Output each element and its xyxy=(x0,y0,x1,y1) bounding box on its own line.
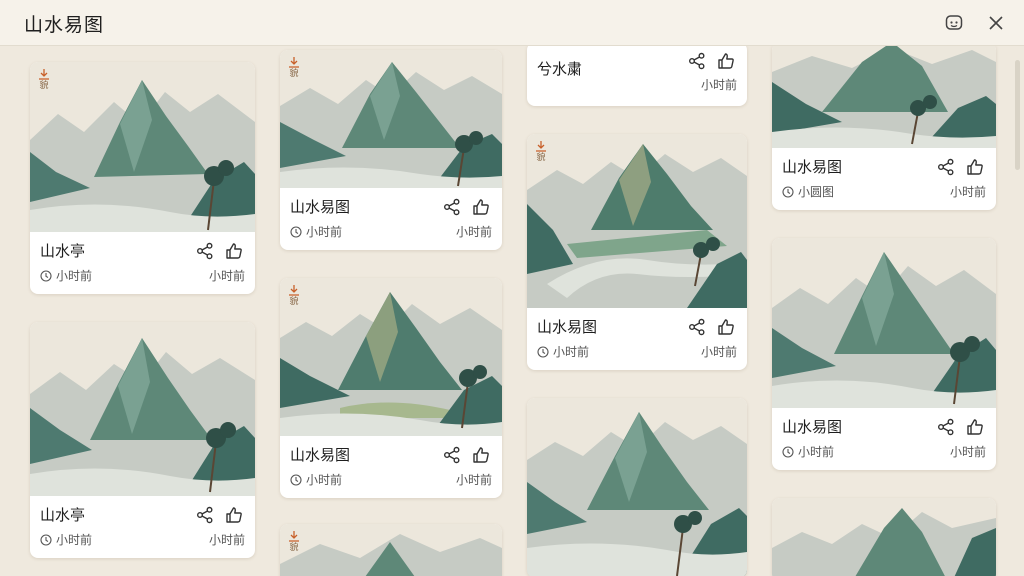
landscape-image[interactable] xyxy=(280,524,502,576)
image-card[interactable]: 貌 xyxy=(280,524,502,576)
image-card[interactable]: 兮水粛 小时前 xyxy=(527,46,747,106)
badge-label: 貌 xyxy=(289,543,299,553)
badge-label: 貌 xyxy=(39,81,49,91)
share-icon[interactable] xyxy=(687,51,707,71)
card-title: 山水易图 xyxy=(290,198,351,216)
card-meta: 小圆图 xyxy=(782,183,834,200)
gallery-grid: 貌 山水亭 小时前 小时前 山水亭 小时前 小时前 貌 山水易图 小时前 小时前… xyxy=(0,46,1024,576)
card-time-right: 小时前 xyxy=(208,269,245,283)
card-time-right: 小时前 xyxy=(700,345,737,359)
card-meta: 小时前 xyxy=(40,267,92,284)
image-card[interactable]: 貌 山水易图 小时前 小时前 xyxy=(527,134,747,370)
download-badge[interactable]: 貌 xyxy=(286,56,302,79)
landscape-image[interactable] xyxy=(772,238,996,408)
image-card[interactable]: 貌 山水易图 小时前 小时前 xyxy=(280,278,502,498)
image-card[interactable]: 貌 山水亭 小时前 小时前 xyxy=(30,62,255,294)
card-time: 小圆图 xyxy=(798,185,835,199)
card-meta: 小时前 xyxy=(537,343,589,360)
thumbs-up-icon[interactable] xyxy=(224,505,244,525)
landscape-image[interactable] xyxy=(30,322,255,496)
card-time: 小时前 xyxy=(553,345,590,359)
image-card[interactable]: 山水易图 小时前 小时前 xyxy=(772,238,996,470)
clock-icon xyxy=(782,185,794,198)
download-badge[interactable]: 貌 xyxy=(286,284,302,307)
image-card[interactable]: 山水亭 小时前 小时前 xyxy=(30,322,255,558)
card-title: 山水亭 xyxy=(40,242,86,260)
landscape-image[interactable] xyxy=(30,62,255,232)
landscape-image[interactable] xyxy=(280,50,502,188)
clock-icon xyxy=(782,445,794,458)
thumbs-up-icon[interactable] xyxy=(965,417,985,437)
thumbs-up-icon[interactable] xyxy=(716,317,736,337)
thumbs-up-icon[interactable] xyxy=(471,445,491,465)
card-time: 小时前 xyxy=(798,445,835,459)
thumbs-up-icon[interactable] xyxy=(965,157,985,177)
card-info: 山水易图 小时前 小时前 xyxy=(280,188,502,250)
card-info: 山水亭 小时前 小时前 xyxy=(30,496,255,558)
thumbs-up-icon[interactable] xyxy=(471,197,491,217)
card-title: 山水亭 xyxy=(40,506,86,524)
landscape-image[interactable] xyxy=(527,134,747,308)
card-info: 山水易图 小时前 小时前 xyxy=(280,436,502,498)
card-time: 小时前 xyxy=(56,533,93,547)
card-time-right: 小时前 xyxy=(949,185,986,199)
clock-icon xyxy=(290,473,302,486)
card-info: 兮水粛 小时前 xyxy=(527,46,747,106)
landscape-image[interactable] xyxy=(772,46,996,148)
badge-label: 貌 xyxy=(289,69,299,79)
card-title: 山水易图 xyxy=(782,418,843,436)
card-time-right: 小时前 xyxy=(455,225,492,239)
card-title: 山水易图 xyxy=(290,446,351,464)
clock-icon xyxy=(40,269,52,282)
thumbs-up-icon[interactable] xyxy=(224,241,244,261)
download-badge[interactable]: 貌 xyxy=(533,140,549,163)
clock-icon xyxy=(290,225,302,238)
image-card[interactable] xyxy=(772,498,996,576)
share-icon[interactable] xyxy=(936,157,956,177)
app-title: 山水易图 xyxy=(24,14,105,36)
card-time: 小时前 xyxy=(56,269,93,283)
badge-label: 貌 xyxy=(289,297,299,307)
card-time-right: 小时前 xyxy=(700,78,737,92)
card-time: 小时前 xyxy=(306,473,343,487)
card-time-right: 小时前 xyxy=(949,445,986,459)
clock-icon xyxy=(537,345,549,358)
image-card[interactable]: 山水易图 小圆图 小时前 xyxy=(772,46,996,210)
landscape-image[interactable] xyxy=(280,278,502,436)
landscape-image[interactable] xyxy=(527,398,747,576)
card-title: 兮水粛 xyxy=(537,60,583,78)
badge-label: 貌 xyxy=(536,153,546,163)
image-card[interactable]: 貌 山水易图 小时前 小时前 xyxy=(280,50,502,250)
app-header: 山水易图 xyxy=(0,0,1024,46)
card-meta: 小时前 xyxy=(40,531,92,548)
download-badge[interactable]: 貌 xyxy=(286,530,302,553)
card-info: 山水易图 小时前 小时前 xyxy=(527,308,747,370)
card-time-right: 小时前 xyxy=(208,533,245,547)
card-time-right: 小时前 xyxy=(455,473,492,487)
share-icon[interactable] xyxy=(195,241,215,261)
thumbs-up-icon[interactable] xyxy=(716,51,736,71)
image-card[interactable] xyxy=(527,398,747,576)
scrollbar[interactable] xyxy=(1015,60,1020,170)
landscape-image[interactable] xyxy=(772,498,996,576)
share-icon[interactable] xyxy=(936,417,956,437)
card-meta: 小时前 xyxy=(290,223,342,240)
close-icon[interactable] xyxy=(984,11,1008,35)
card-meta: 小时前 xyxy=(290,471,342,488)
clock-icon xyxy=(40,533,52,546)
chat-bubble-icon[interactable] xyxy=(942,11,966,35)
card-info: 山水亭 小时前 小时前 xyxy=(30,232,255,294)
share-icon[interactable] xyxy=(195,505,215,525)
card-meta: 小时前 xyxy=(782,443,834,460)
card-time: 小时前 xyxy=(306,225,343,239)
card-info: 山水易图 小时前 小时前 xyxy=(772,408,996,470)
card-info: 山水易图 小圆图 小时前 xyxy=(772,148,996,210)
card-title: 山水易图 xyxy=(782,158,843,176)
card-title: 山水易图 xyxy=(537,318,598,336)
share-icon[interactable] xyxy=(687,317,707,337)
share-icon[interactable] xyxy=(442,197,462,217)
share-icon[interactable] xyxy=(442,445,462,465)
download-badge[interactable]: 貌 xyxy=(36,68,52,91)
